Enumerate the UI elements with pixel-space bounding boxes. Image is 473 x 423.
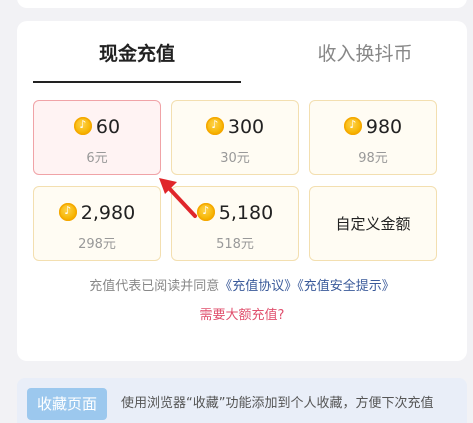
package-option-2980[interactable]: 2,980 298元 <box>33 186 161 261</box>
package-price: 298元 <box>78 237 116 252</box>
package-amount: 980 <box>310 115 436 139</box>
bookmark-bar: 收藏页面 使用浏览器“收藏”功能添加到个人收藏，方便下次充值 <box>17 378 467 423</box>
package-option-300[interactable]: 300 30元 <box>171 100 299 175</box>
coin-icon <box>73 116 92 135</box>
large-recharge-link[interactable]: 需要大额充值? <box>17 304 467 323</box>
agreement-notice: 充值代表已阅读并同意《充值协议》《充值安全提示》 <box>17 275 467 294</box>
package-amount: 300 <box>172 115 298 139</box>
safety-tips-link[interactable]: 《充值安全提示》 <box>297 279 395 294</box>
previous-card-bottom <box>17 0 467 8</box>
package-amount-value: 2,980 <box>80 202 136 224</box>
bookmark-tip: 使用浏览器“收藏”功能添加到个人收藏，方便下次充值 <box>121 396 434 411</box>
package-price: 30元 <box>220 151 250 166</box>
coin-icon <box>343 116 362 135</box>
package-price: 98元 <box>358 151 388 166</box>
active-tab-indicator <box>33 81 241 83</box>
package-option-60[interactable]: 60 6元 <box>33 100 161 175</box>
red-arrow-annotation-icon <box>159 178 197 218</box>
custom-amount-label: 自定义金额 <box>335 215 411 233</box>
package-amount-value: 980 <box>365 116 403 138</box>
tab-income-exchange[interactable]: 收入换抖币 <box>265 41 465 67</box>
agreement-prefix: 充值代表已阅读并同意 <box>89 279 220 294</box>
recharge-tabs: 现金充值 收入换抖币 <box>17 21 467 83</box>
coin-icon <box>205 116 224 135</box>
recharge-agreement-link[interactable]: 《充值协议》 <box>219 279 297 294</box>
package-amount-value: 5,180 <box>218 202 274 224</box>
package-amount: 60 <box>34 115 160 139</box>
bookmark-page-button[interactable]: 收藏页面 <box>27 388 107 420</box>
coin-icon <box>58 202 77 221</box>
package-amount-value: 300 <box>227 116 265 138</box>
recharge-card: 现金充值 收入换抖币 60 6元 300 30元 980 98元 2,980 <box>17 21 467 361</box>
tab-cash-recharge[interactable]: 现金充值 <box>33 41 241 67</box>
package-price: 6元 <box>86 151 108 166</box>
package-option-980[interactable]: 980 98元 <box>309 100 437 175</box>
package-option-custom[interactable]: 自定义金额 <box>309 186 437 261</box>
package-price: 518元 <box>216 237 254 252</box>
package-amount: 2,980 <box>34 201 160 225</box>
package-amount-value: 60 <box>95 116 121 138</box>
